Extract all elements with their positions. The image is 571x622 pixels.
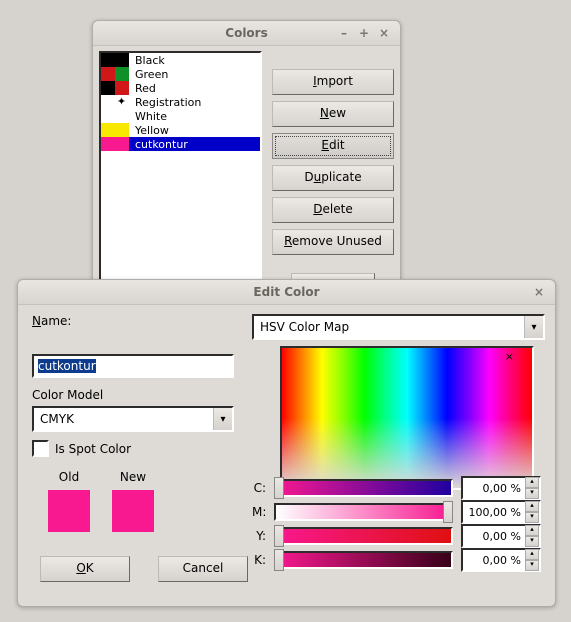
delete-button[interactable]: Delete (272, 197, 394, 223)
spot-checkbox[interactable]: Is Spot Color (32, 440, 242, 457)
new-label: New (112, 470, 154, 484)
name-value: cutkontur (38, 359, 96, 373)
map-cursor-icon: × (505, 350, 514, 363)
down-icon[interactable]: ▾ (525, 536, 539, 547)
checkbox-box (32, 440, 49, 457)
colors-titlebar[interactable]: Colors – + × (93, 21, 400, 46)
cmyk-sliders: C: 0,00 %▴▾ M: 100,00 %▴▾ Y: 0,00 %▴▾ K:… (252, 476, 541, 572)
chevron-down-icon[interactable]: ▾ (524, 316, 543, 338)
old-label: Old (48, 470, 90, 484)
new-button[interactable]: New (272, 101, 394, 127)
new-swatch (112, 490, 154, 532)
model-select[interactable]: CMYK ▾ (32, 406, 234, 432)
model-value: CMYK (34, 412, 213, 426)
swatch-pair (101, 67, 129, 81)
c-value: 0,00 % (463, 482, 525, 495)
duplicate-label: D (304, 170, 313, 184)
edit-button[interactable]: Edit (272, 133, 394, 159)
c-slider[interactable] (274, 479, 453, 497)
list-item-label: Yellow (135, 124, 169, 137)
edit-cancel-button[interactable]: Cancel (158, 556, 248, 582)
list-item[interactable]: White (101, 109, 260, 123)
edit-color-window: Edit Color × Name: cutkontur Color Model… (17, 279, 556, 607)
colormap-select[interactable]: HSV Color Map ▾ (252, 314, 545, 340)
list-item[interactable]: Black (101, 53, 260, 67)
color-list[interactable]: BlackGreenRed ✦ RegistrationWhiteYellowcut… (99, 51, 262, 285)
edit-titlebar[interactable]: Edit Color × (18, 280, 555, 305)
list-item-label: Red (135, 82, 156, 95)
m-label: M: (252, 505, 266, 519)
colors-title: Colors (225, 26, 267, 40)
list-item-label: White (135, 110, 167, 123)
k-value: 0,00 % (463, 554, 525, 567)
up-icon[interactable]: ▴ (525, 477, 539, 488)
import-button[interactable]: Import (272, 69, 394, 95)
swatch-pair (101, 109, 129, 123)
color-map[interactable]: × (280, 346, 534, 490)
down-icon[interactable]: ▾ (525, 560, 539, 571)
duplicate-button[interactable]: Duplicate (272, 165, 394, 191)
y-slider[interactable] (274, 527, 453, 545)
remove-unused-label: emove Unused (292, 234, 382, 248)
list-item-label: Black (135, 54, 165, 67)
minimize-icon[interactable]: – (336, 25, 352, 41)
list-item-label: cutkontur (135, 138, 188, 151)
m-spinner[interactable]: 100,00 %▴▾ (461, 500, 541, 524)
edit-title: Edit Color (253, 285, 319, 299)
c-spinner[interactable]: 0,00 %▴▾ (461, 476, 541, 500)
close-icon[interactable]: × (376, 25, 392, 41)
new-label: ew (329, 106, 346, 120)
swatch-pair (101, 123, 129, 137)
swatch-pair (101, 137, 129, 151)
maximize-icon[interactable]: + (356, 25, 372, 41)
edit-close-icon[interactable]: × (531, 284, 547, 300)
list-item[interactable]: Green (101, 67, 260, 81)
edit-label: dit (329, 138, 345, 152)
colors-window: Colors – + × BlackGreenRed ✦ RegistrationW… (92, 20, 401, 314)
colors-button-column: Import New Edit Duplicate Delete Remove … (272, 51, 394, 307)
name-input[interactable]: cutkontur (32, 354, 234, 378)
colormap-value: HSV Color Map (254, 320, 524, 334)
swatch-pair (101, 53, 129, 67)
c-label: C: (252, 481, 266, 495)
list-item[interactable]: Yellow (101, 123, 260, 137)
remove-unused-button[interactable]: Remove Unused (272, 229, 394, 255)
list-item-label: Registration (135, 96, 201, 109)
list-item[interactable]: Red (101, 81, 260, 95)
delete-label: elete (323, 202, 353, 216)
swatch-pair: ✦ (101, 95, 129, 109)
model-label: Color Model (32, 388, 242, 402)
list-item-label: Green (135, 68, 168, 81)
list-item[interactable]: ✦ Registration (101, 95, 260, 109)
k-slider[interactable] (274, 551, 453, 569)
y-spinner[interactable]: 0,00 %▴▾ (461, 524, 541, 548)
k-label: K: (252, 553, 266, 567)
spot-label: Is Spot Color (55, 442, 131, 456)
swatch-group: Old New (32, 470, 154, 532)
list-item[interactable]: cutkontur (101, 137, 260, 151)
old-swatch (48, 490, 90, 532)
m-slider[interactable] (274, 503, 453, 521)
m-value: 100,00 % (463, 506, 525, 519)
y-value: 0,00 % (463, 530, 525, 543)
import-label: mport (317, 74, 353, 88)
k-spinner[interactable]: 0,00 %▴▾ (461, 548, 541, 572)
down-icon[interactable]: ▾ (525, 488, 539, 499)
chevron-down-icon[interactable]: ▾ (213, 408, 232, 430)
up-icon[interactable]: ▴ (525, 549, 539, 560)
y-label: Y: (252, 529, 266, 543)
down-icon[interactable]: ▾ (525, 512, 539, 523)
up-icon[interactable]: ▴ (525, 501, 539, 512)
name-label: Name: (32, 314, 242, 328)
up-icon[interactable]: ▴ (525, 525, 539, 536)
registration-icon: ✦ (115, 95, 128, 107)
swatch-pair (101, 81, 129, 95)
edit-ok-button[interactable]: OK (40, 556, 130, 582)
